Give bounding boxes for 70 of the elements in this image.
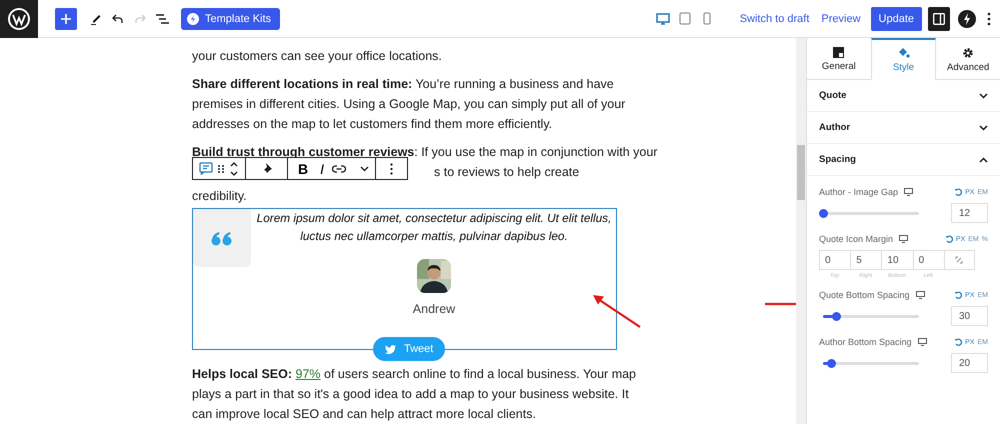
paragraph-line: Helps local SEO: 97% of users search online to find a local business. Your map xyxy=(192,366,636,383)
desktop-icon xyxy=(656,12,670,24)
bolt-icon xyxy=(187,12,199,24)
number-field[interactable]: 30 xyxy=(951,306,988,326)
mobile-icon xyxy=(702,12,711,25)
move-up-down-icon[interactable] xyxy=(229,160,239,176)
more-options-icon[interactable] xyxy=(390,162,394,174)
control-label: Quote Icon Margin xyxy=(819,234,894,244)
preview-link[interactable]: Preview xyxy=(815,12,867,24)
desktop-icon xyxy=(916,291,925,299)
reset-icon[interactable] xyxy=(954,291,962,299)
number-field[interactable]: 20 xyxy=(951,353,988,373)
add-button[interactable] xyxy=(55,8,77,30)
author-name: Andrew xyxy=(412,301,456,318)
paragraph-line: s to reviews to help create xyxy=(434,164,580,181)
tablet-icon xyxy=(678,12,691,25)
control-label: Author Bottom Spacing xyxy=(819,337,912,347)
desktop-icon xyxy=(904,188,914,196)
switch-to-draft-link[interactable]: Switch to draft xyxy=(734,12,816,24)
gear-icon xyxy=(962,46,974,58)
sidebar-icon xyxy=(933,12,945,24)
paragraph-line: Build trust through customer reviews: If you use the map in conjunction with your xyxy=(192,144,658,161)
quote-icon xyxy=(211,230,233,246)
desktop-icon xyxy=(899,235,908,243)
paragraph-line: can improve local SEO and can help attract more local clients. xyxy=(192,406,536,423)
control-label: Author - Image Gap xyxy=(819,187,898,197)
dimension-field[interactable]: 10 xyxy=(881,250,914,270)
scrollbar[interactable] xyxy=(796,38,806,424)
sidebar-tab[interactable]: Style xyxy=(870,38,936,80)
wordpress-logo[interactable] xyxy=(0,0,38,38)
link-icon[interactable] xyxy=(332,164,346,172)
reset-icon[interactable] xyxy=(944,235,953,243)
template-kits-button[interactable]: Template Kits xyxy=(181,8,280,30)
statistic-link[interactable]: 97% xyxy=(296,367,321,381)
layout-icon xyxy=(833,47,844,58)
slider-thumb[interactable] xyxy=(826,358,836,368)
link-icon xyxy=(955,256,964,264)
paragraph-line: Share different locations in real time: You’re running a business and have xyxy=(192,76,614,93)
slider-thumb[interactable] xyxy=(819,208,828,218)
number-field[interactable]: 12 xyxy=(951,203,988,223)
update-button[interactable]: Update xyxy=(870,6,922,30)
tweet-button[interactable]: Tweet xyxy=(373,337,446,361)
paint-bucket-icon xyxy=(897,46,910,59)
drag-handle-icon[interactable] xyxy=(217,164,225,174)
testimonial-quote: Lorem ipsum dolor sit amet, consectetur adipiscing elit. Ut elit tellus, luctus nec ullamcorper mattis, pulvinar dapibus leo. xyxy=(256,210,612,245)
italic-button[interactable]: I xyxy=(316,160,328,176)
dimension-field[interactable]: 0 xyxy=(912,250,945,270)
chevron-up-icon xyxy=(979,156,988,162)
paragraph-line: plays a part in that so it's a good idea to add a map to your business website. It xyxy=(192,386,629,403)
dimension-field[interactable]: 0 xyxy=(819,250,852,270)
dimension-field[interactable]: 5 xyxy=(850,250,882,270)
pointer-arrow xyxy=(592,294,642,329)
bird-icon xyxy=(385,344,396,354)
reset-icon[interactable] xyxy=(954,338,962,346)
paragraph-line: premises in different cities. Using a Google Map, you can simply put all of your xyxy=(192,96,626,113)
chevron-down-icon[interactable] xyxy=(360,166,370,172)
slider-thumb[interactable] xyxy=(832,312,842,320)
plus-icon xyxy=(61,14,71,24)
sidebar-toggle-button[interactable] xyxy=(928,6,950,30)
bolt-icon[interactable] xyxy=(956,8,978,30)
paragraph-line: addresses on the map to let customers find them more efficiently. xyxy=(192,116,552,133)
bold-button[interactable]: B xyxy=(294,160,312,176)
chevron-down-icon xyxy=(979,92,988,98)
testimonial-block-icon[interactable] xyxy=(199,162,213,175)
control-label: Quote Bottom Spacing xyxy=(819,290,910,300)
chevron-down-icon xyxy=(979,124,988,130)
paragraph-line: credibility. xyxy=(192,188,247,205)
reset-icon[interactable] xyxy=(954,188,962,196)
desktop-icon xyxy=(918,338,927,346)
paragraph-line: your customers can see your office locations. xyxy=(192,48,442,65)
